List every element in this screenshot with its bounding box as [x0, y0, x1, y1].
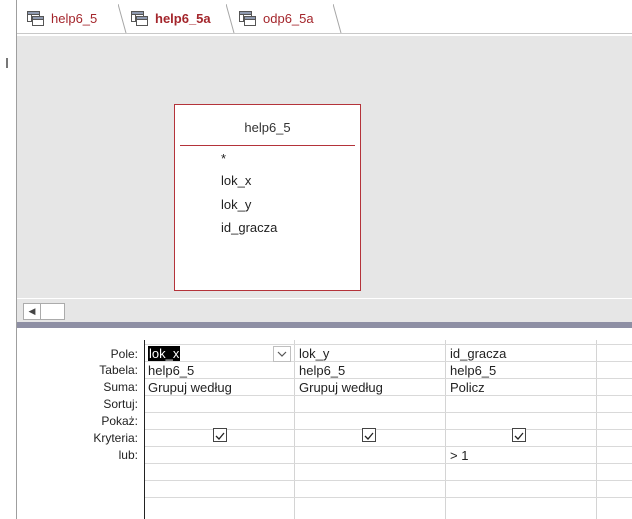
tab-help6-5a[interactable]: help6_5a	[123, 4, 229, 33]
field-lok-y[interactable]: lok_y	[221, 197, 251, 212]
tab-odp6-5a[interactable]: odp6_5a	[231, 4, 335, 33]
checkmark-icon	[215, 432, 225, 440]
show-checkbox-3[interactable]	[512, 428, 526, 442]
grid-cell-pole-3[interactable]: id_gracza	[450, 346, 506, 361]
grid-cell-pole-2[interactable]: lok_y	[299, 346, 329, 361]
query-icon	[131, 11, 148, 26]
tab-strip-border	[17, 33, 632, 34]
field-list-title[interactable]: help6_5	[175, 120, 360, 135]
grid-row-divider	[145, 395, 632, 396]
tab-label: odp6_5a	[263, 11, 314, 26]
field-id-gracza[interactable]: id_gracza	[221, 220, 277, 235]
collapse-marker[interactable]	[6, 58, 8, 68]
grid-cell-suma-3[interactable]: Policz	[450, 380, 485, 395]
grid-cell-pole-1[interactable]: lok_x	[148, 346, 181, 361]
row-label-pokaz: Pokaż:	[101, 414, 138, 428]
grid-row-divider	[145, 446, 632, 447]
show-checkbox-1[interactable]	[213, 428, 227, 442]
tab-separator	[333, 4, 342, 34]
query-icon	[239, 11, 256, 26]
field-all[interactable]: *	[221, 151, 226, 166]
grid-cell-tabela-2[interactable]: help6_5	[299, 363, 345, 378]
row-label-suma: Suma:	[103, 380, 138, 394]
tab-label: help6_5	[51, 11, 98, 26]
grid-row-divider	[145, 412, 632, 413]
grid-cell-tabela-1[interactable]: help6_5	[148, 363, 194, 378]
design-pane-scrollbar	[17, 299, 632, 323]
row-label-tabela: Tabela:	[99, 363, 138, 377]
chevron-down-icon	[277, 351, 287, 357]
field-dropdown-button[interactable]	[273, 346, 291, 362]
row-label-pole: Pole:	[110, 347, 138, 361]
selected-text[interactable]: lok_x	[148, 346, 181, 361]
query-icon	[27, 11, 44, 26]
grid-cell-kryteria-3[interactable]: > 1	[450, 448, 468, 463]
left-edge	[0, 0, 17, 519]
grid-row-divider	[145, 361, 632, 362]
row-label-sortuj: Sortuj:	[103, 397, 138, 411]
field-lok-x[interactable]: lok_x	[221, 173, 251, 188]
grid-cell-suma-1[interactable]: Grupuj według	[148, 380, 232, 395]
document-tab-strip: help6_5 help6_5a odp6_5a	[17, 0, 632, 36]
row-label-kryteria: Kryteria:	[93, 431, 138, 445]
tab-label: help6_5a	[155, 11, 211, 26]
show-checkbox-2[interactable]	[362, 428, 376, 442]
grid-row-divider	[145, 378, 632, 379]
grid-cell-suma-2[interactable]: Grupuj według	[299, 380, 383, 395]
field-list-help6-5[interactable]: help6_5 * lok_x lok_y id_gracza	[174, 104, 361, 291]
grid-row-divider	[145, 463, 632, 464]
grid-row-divider	[145, 480, 632, 481]
grid-row-divider	[145, 344, 632, 345]
row-label-lub: lub:	[118, 448, 138, 462]
grid-row-divider	[145, 497, 632, 498]
scroll-thumb[interactable]	[41, 303, 65, 320]
tab-help6-5[interactable]: help6_5	[19, 4, 119, 33]
scroll-left-arrow-icon[interactable]: ◀	[23, 303, 41, 320]
title-divider	[180, 145, 355, 146]
checkmark-icon	[514, 432, 524, 440]
checkmark-icon	[364, 432, 374, 440]
grid-cell-tabela-3[interactable]: help6_5	[450, 363, 496, 378]
